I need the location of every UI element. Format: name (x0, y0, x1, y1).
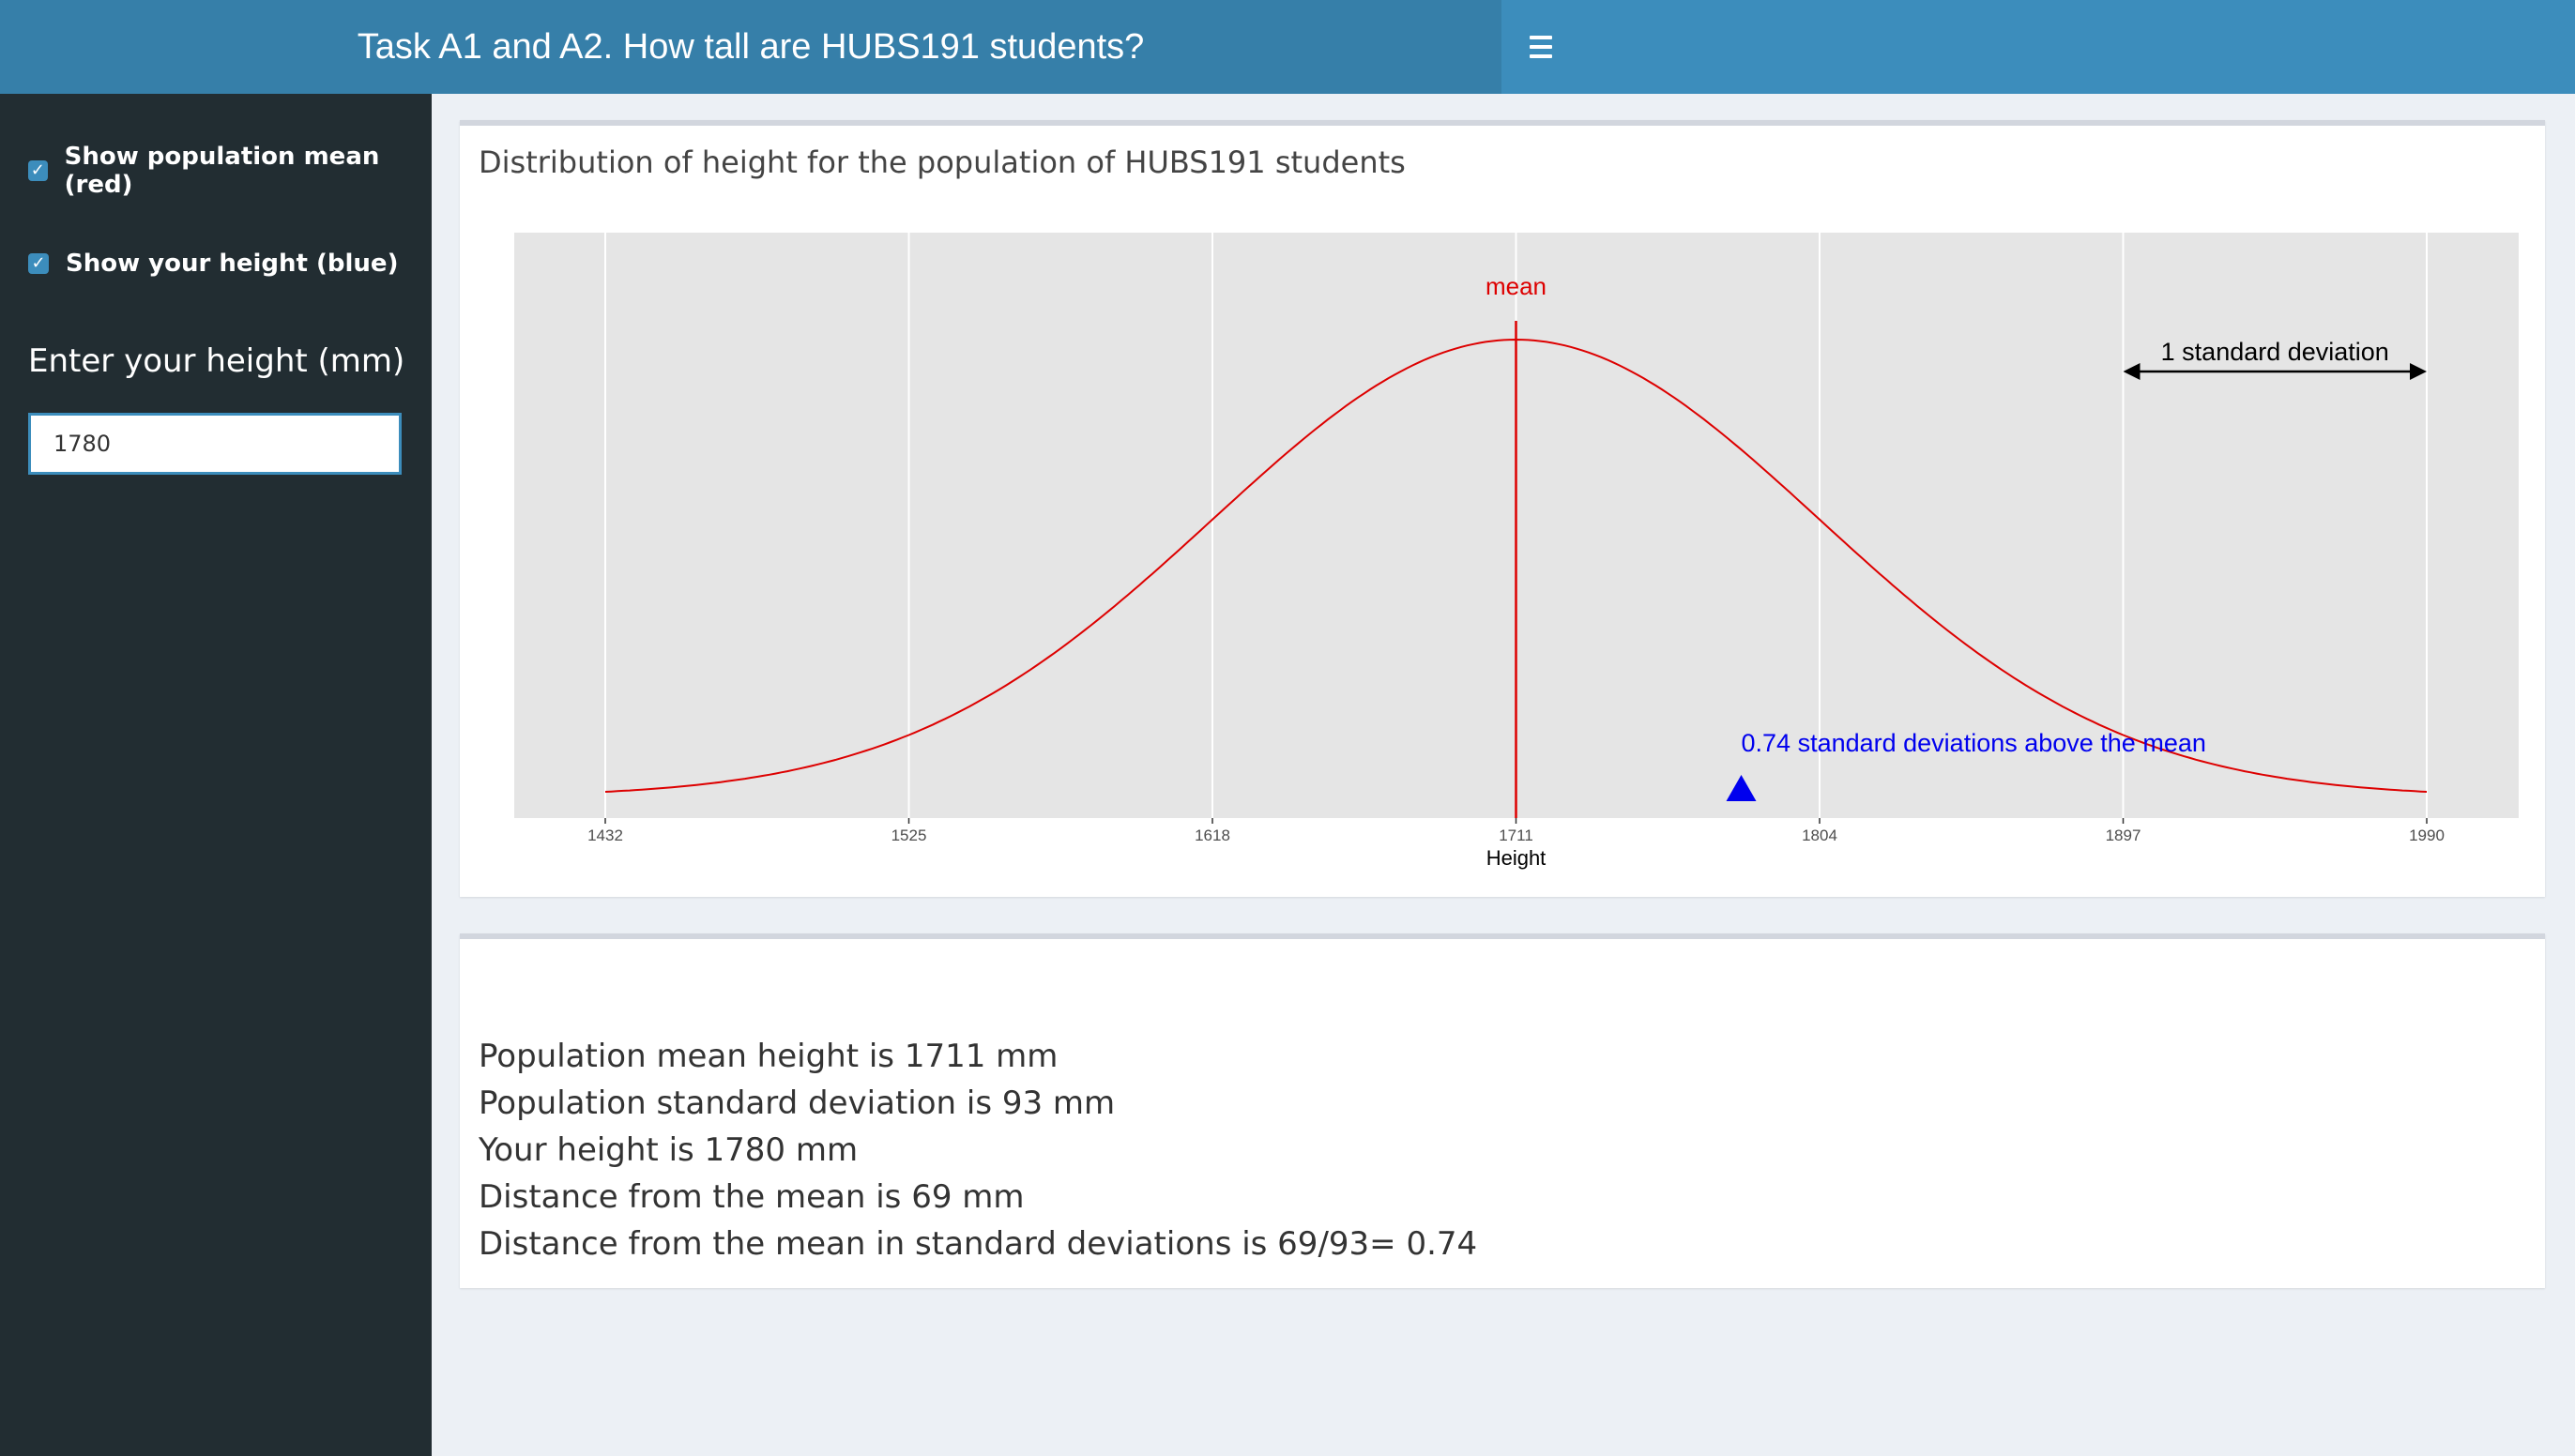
height-distribution-chart: mean 1 standard deviation 0.74 standard … (514, 233, 2519, 870)
mean-label: mean (1486, 272, 1547, 300)
x-tick-label-1711: 1711 (1499, 827, 1533, 844)
app-title: Task A1 and A2. How tall are HUBS191 stu… (0, 0, 1501, 94)
sd-label: 1 standard deviation (2161, 338, 2389, 366)
stats-box: Population mean height is 1711 mm Popula… (460, 933, 2545, 1288)
show-height-checkbox[interactable]: ✓ (28, 253, 49, 274)
stats-text: Population mean height is 1711 mm Popula… (479, 1033, 1477, 1267)
show-height-label: Show your height (blue) (66, 250, 399, 278)
x-tick-label-1618: 1618 (1195, 827, 1230, 844)
show-mean-checkbox-row[interactable]: ✓ Show population mean (red) (28, 143, 432, 199)
sidebar: ✓ Show population mean (red) ✓ Show your… (0, 94, 432, 1456)
show-height-checkbox-row[interactable]: ✓ Show your height (blue) (28, 250, 398, 278)
show-mean-checkbox[interactable]: ✓ (28, 160, 48, 181)
stat-distance-sd: Distance from the mean in standard devia… (479, 1225, 1478, 1263)
menu-toggle-icon[interactable] (1530, 30, 1556, 64)
x-tick-label-1525: 1525 (891, 827, 927, 844)
stat-sd: Population standard deviation is 93 mm (479, 1084, 1116, 1122)
show-mean-label: Show population mean (red) (64, 143, 380, 199)
header-bar (1501, 0, 2575, 94)
height-input-label: Enter your height (mm) (28, 342, 405, 380)
x-tick-label-1804: 1804 (1802, 827, 1837, 844)
x-tick-label-1432: 1432 (587, 827, 623, 844)
stat-mean: Population mean height is 1711 mm (479, 1038, 1059, 1075)
stat-distance: Distance from the mean is 69 mm (479, 1178, 1025, 1216)
x-tick-label-1897: 1897 (2106, 827, 2141, 844)
stat-your-height: Your height is 1780 mm (479, 1131, 859, 1169)
plot-box: Distribution of height for the populatio… (460, 120, 2545, 897)
x-tick-label-1990: 1990 (2409, 827, 2445, 844)
marker-label: 0.74 standard deviations above the mean (1742, 729, 2206, 757)
x-axis-label: Height (1486, 846, 1547, 870)
height-input[interactable] (28, 413, 402, 475)
